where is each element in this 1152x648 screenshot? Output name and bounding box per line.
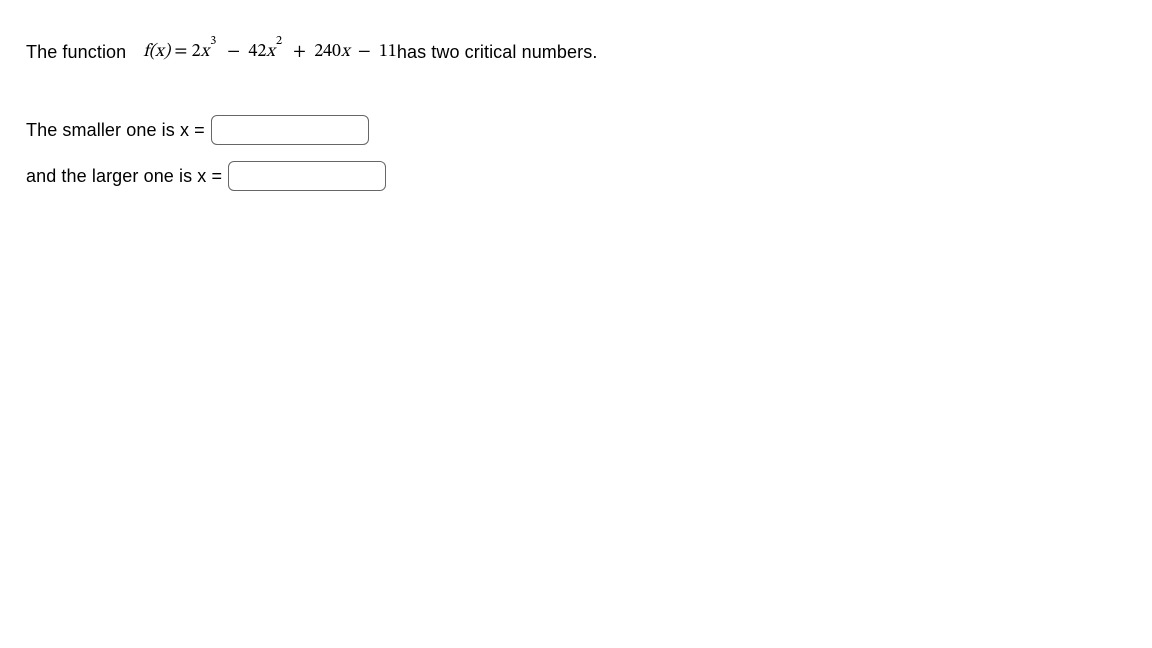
- math-expression: f(x) = 2x3 − 42x2 + 240x − 11: [126, 18, 397, 87]
- term3-coef: 240: [314, 43, 341, 61]
- question-prefix: The function: [26, 42, 126, 63]
- term4: 11: [379, 43, 397, 61]
- term2-exp: 2: [275, 33, 282, 49]
- term3-base: x: [341, 43, 350, 61]
- minus1: −: [219, 43, 248, 61]
- minus2: −: [350, 43, 379, 61]
- term1-exp: 3: [209, 33, 216, 49]
- fx: f(x): [143, 43, 170, 61]
- plus: +: [285, 43, 314, 61]
- larger-label: and the larger one is x =: [26, 166, 222, 187]
- larger-row: and the larger one is x =: [26, 161, 1126, 191]
- question-suffix: has two critical numbers.: [397, 42, 598, 63]
- smaller-input[interactable]: [211, 115, 369, 145]
- term2-coef: 42: [248, 43, 266, 61]
- term1-base: x: [201, 43, 210, 61]
- smaller-row: The smaller one is x =: [26, 115, 1126, 145]
- equals: =: [170, 43, 191, 61]
- larger-input[interactable]: [228, 161, 386, 191]
- smaller-label: The smaller one is x =: [26, 120, 205, 141]
- question-line: The function f(x) = 2x3 − 42x2 + 240x − …: [26, 18, 1126, 87]
- term1-coef: 2: [192, 43, 201, 61]
- term2-base: x: [266, 43, 275, 61]
